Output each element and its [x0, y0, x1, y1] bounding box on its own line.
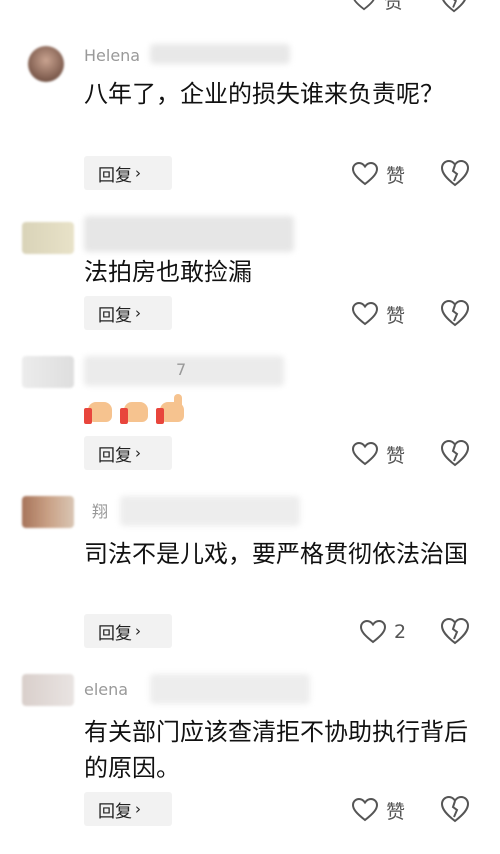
chevron-right-icon: ›	[135, 164, 141, 182]
blurred-region	[150, 44, 290, 64]
heart-icon	[352, 302, 378, 326]
comment-text: 法拍房也敢捡漏	[84, 258, 252, 286]
like-button[interactable]: 2	[360, 615, 406, 649]
reply-label: 回复	[98, 623, 132, 644]
like-button[interactable]: 赞	[352, 793, 405, 827]
like-label: 赞	[386, 800, 406, 823]
dislike-icon[interactable]	[440, 0, 468, 14]
comment-text: 有关部门应该查清拒不协助执行背后的原因。	[84, 718, 468, 782]
comment-text: 八年了，企业的损失谁来负责呢？	[84, 80, 444, 108]
dislike-icon[interactable]	[440, 616, 470, 646]
dislike-icon[interactable]	[440, 438, 470, 468]
reply-button[interactable]: 回复 ›	[84, 614, 172, 648]
like-label: 赞	[386, 164, 406, 187]
chevron-right-icon: ›	[135, 304, 141, 322]
reply-label: 回复	[98, 801, 132, 822]
comment-author[interactable]: 翔	[92, 500, 108, 524]
fist-icon	[84, 394, 116, 426]
reply-label: 回复	[98, 305, 132, 326]
comment-author[interactable]: elena	[84, 678, 128, 702]
blurred-region	[120, 496, 300, 526]
heart-icon	[360, 620, 386, 644]
reply-button[interactable]: 回复 ›	[84, 296, 172, 330]
avatar[interactable]	[22, 674, 74, 706]
heart-icon	[352, 798, 378, 822]
chevron-right-icon: ›	[135, 444, 141, 462]
reply-button[interactable]: 回复 ›	[84, 156, 172, 190]
thumbs-up-icon	[156, 394, 188, 426]
like-button[interactable]: 赞	[352, 157, 405, 191]
avatar[interactable]	[22, 496, 74, 528]
comment-author[interactable]: 7	[176, 358, 186, 382]
like-label: 赞	[386, 444, 406, 467]
emoji-row	[84, 394, 188, 426]
top-partial-actions: 赞	[352, 0, 403, 14]
blurred-region	[150, 674, 310, 704]
like-label: 赞	[386, 304, 406, 327]
avatar[interactable]	[28, 46, 64, 82]
like-button[interactable]: 赞	[352, 437, 405, 471]
comment-author[interactable]: Helena	[84, 44, 140, 68]
like-count: 2	[394, 621, 407, 643]
dislike-icon[interactable]	[440, 158, 470, 188]
reply-label: 回复	[98, 445, 132, 466]
like-label: 赞	[384, 0, 404, 13]
reply-label: 回复	[98, 165, 132, 186]
reply-button[interactable]: 回复 ›	[84, 792, 172, 826]
heart-icon[interactable]	[352, 0, 376, 11]
dislike-icon[interactable]	[440, 298, 470, 328]
chevron-right-icon: ›	[135, 622, 141, 640]
heart-icon	[352, 442, 378, 466]
like-button[interactable]: 赞	[352, 297, 405, 331]
reply-button[interactable]: 回复 ›	[84, 436, 172, 470]
dislike-icon[interactable]	[440, 794, 470, 824]
blurred-region	[84, 216, 294, 252]
avatar[interactable]	[22, 222, 74, 254]
comment-text: 司法不是儿戏，要严格贯彻依法治国	[84, 540, 468, 568]
heart-icon	[352, 162, 378, 186]
chevron-right-icon: ›	[135, 800, 141, 818]
fist-icon	[120, 394, 152, 426]
avatar[interactable]	[22, 356, 74, 388]
